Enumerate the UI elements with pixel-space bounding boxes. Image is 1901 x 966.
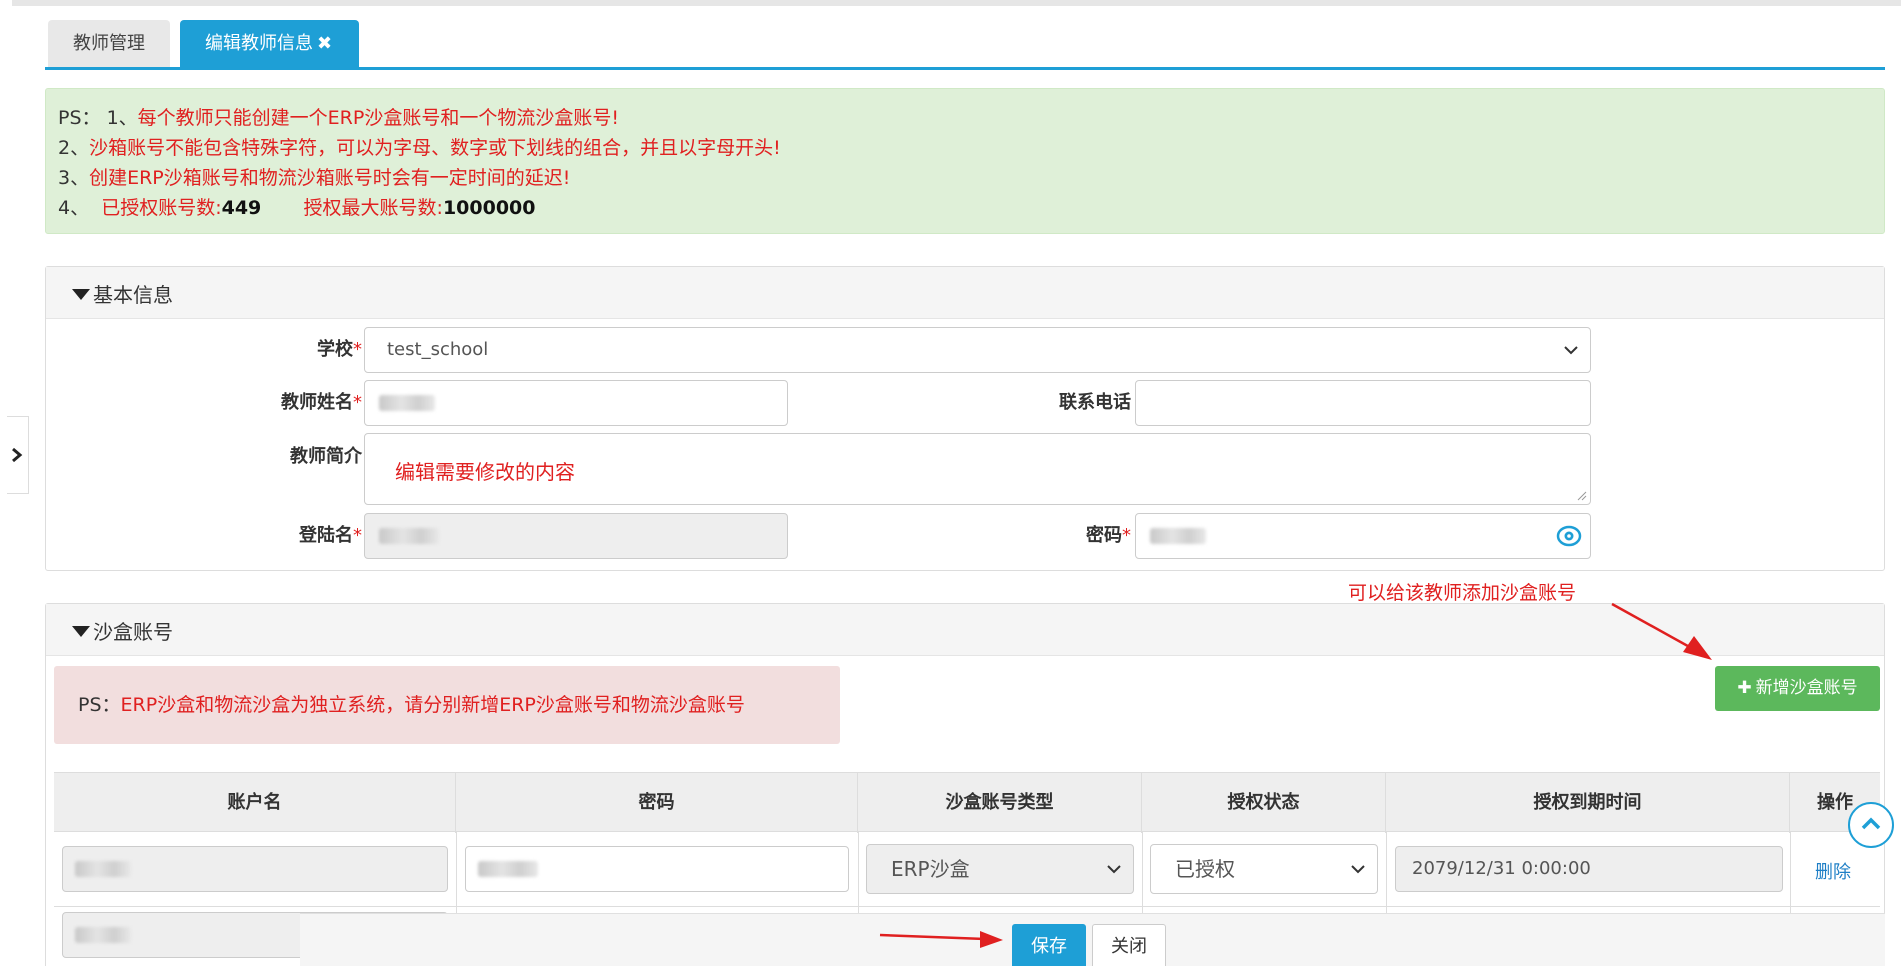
eye-icon[interactable]: [1556, 523, 1582, 549]
top-bar: [12, 0, 1901, 6]
notice-line-4: 4、 已授权账号数:449 授权最大账号数:1000000: [58, 197, 536, 219]
chevron-down-icon: [1564, 346, 1578, 355]
chevron-down-icon: [1351, 865, 1365, 874]
delete-link[interactable]: 删除: [1815, 858, 1851, 884]
plus-icon: ✚: [1737, 678, 1752, 698]
chevron-down-icon: [1107, 865, 1121, 874]
school-label: 学校*: [317, 339, 362, 360]
account-password-input[interactable]: [465, 846, 849, 892]
notice-line-3: 3、创建ERP沙箱账号和物流沙箱账号时会有一定时间的延迟!: [58, 167, 571, 189]
basic-info-header[interactable]: 基本信息: [46, 267, 1884, 319]
redacted-value: [379, 528, 439, 544]
tab-bar: 教师管理 编辑教师信息 ✖: [45, 20, 1885, 70]
tab-label: 编辑教师信息: [205, 33, 313, 54]
login-input: [364, 513, 788, 559]
footer-bar: 保存 关闭: [300, 913, 1885, 966]
intro-label: 教师简介: [290, 446, 362, 467]
caret-down-icon: [72, 289, 90, 300]
max-count: 1000000: [442, 197, 536, 219]
notice-line-2: 2、沙箱账号不能包含特殊字符，可以为字母、数字或下划线的组合，并且以字母开头!: [58, 137, 781, 159]
chevron-up-icon: [1861, 817, 1881, 830]
row-divider: [54, 906, 1880, 907]
account-name-input: [62, 846, 448, 892]
scroll-top-button[interactable]: [1848, 802, 1894, 848]
resize-grip-icon[interactable]: [1577, 491, 1587, 501]
chevron-right-icon: [12, 447, 23, 463]
sandbox-panel: 沙盒账号 PS：ERP沙盒和物流沙盒为独立系统，请分别新增ERP沙盒账号和物流沙…: [45, 603, 1885, 966]
close-button[interactable]: 关闭: [1092, 924, 1166, 966]
teacher-name-label: 教师姓名*: [281, 392, 362, 413]
sandbox-alert: PS：ERP沙盒和物流沙盒为独立系统，请分别新增ERP沙盒账号和物流沙盒账号: [54, 666, 840, 744]
password-input[interactable]: [1135, 513, 1591, 559]
basic-info-panel: 基本信息 学校* test_school 教师姓名* 联系电话 教师简介 编辑需…: [45, 266, 1885, 571]
redacted-value: [75, 927, 131, 943]
login-label: 登陆名*: [299, 525, 362, 546]
add-sandbox-button[interactable]: ✚ 新增沙盒账号: [1715, 666, 1880, 711]
annotation-text: 可以给该教师添加沙盒账号: [1348, 582, 1577, 604]
phone-label: 联系电话: [1059, 392, 1131, 413]
notice-line-1: PS： 1、每个教师只能创建一个ERP沙盒账号和一个物流沙盒账号!: [58, 107, 619, 129]
table-header: 账户名 密码 沙盒账号类型 授权状态 授权到期时间 操作: [54, 772, 1880, 833]
tab-label: 教师管理: [73, 33, 145, 54]
column-header: 授权状态: [1142, 773, 1386, 833]
redacted-value: [379, 395, 435, 411]
column-header: 密码: [456, 773, 858, 833]
phone-input[interactable]: [1135, 380, 1591, 426]
school-select[interactable]: test_school: [364, 327, 1591, 373]
caret-down-icon: [72, 626, 90, 637]
expiry-input: 2079/12/31 0:00:00: [1395, 846, 1783, 892]
redacted-value: [75, 861, 131, 877]
tab-teacher-management[interactable]: 教师管理: [48, 20, 170, 67]
auth-status-select[interactable]: 已授权: [1150, 844, 1378, 894]
redacted-value: [478, 861, 538, 877]
intro-textarea[interactable]: 编辑需要修改的内容: [364, 433, 1591, 505]
authorized-count: 449: [221, 197, 262, 219]
sidebar-toggle[interactable]: [7, 416, 29, 494]
redacted-value: [1150, 528, 1206, 544]
column-header: 授权到期时间: [1386, 773, 1790, 833]
close-icon[interactable]: ✖: [317, 33, 332, 54]
column-header: 沙盒账号类型: [858, 773, 1142, 833]
save-button[interactable]: 保存: [1012, 924, 1086, 966]
tab-edit-teacher[interactable]: 编辑教师信息 ✖: [180, 20, 359, 67]
notice-box: PS： 1、每个教师只能创建一个ERP沙盒账号和一个物流沙盒账号! 2、沙箱账号…: [45, 88, 1885, 234]
sandbox-type-select[interactable]: ERP沙盒: [866, 844, 1134, 894]
column-header: 账户名: [54, 773, 456, 833]
sandbox-header[interactable]: 沙盒账号: [46, 604, 1884, 656]
teacher-name-input[interactable]: [364, 380, 788, 426]
password-label: 密码*: [1086, 525, 1131, 546]
